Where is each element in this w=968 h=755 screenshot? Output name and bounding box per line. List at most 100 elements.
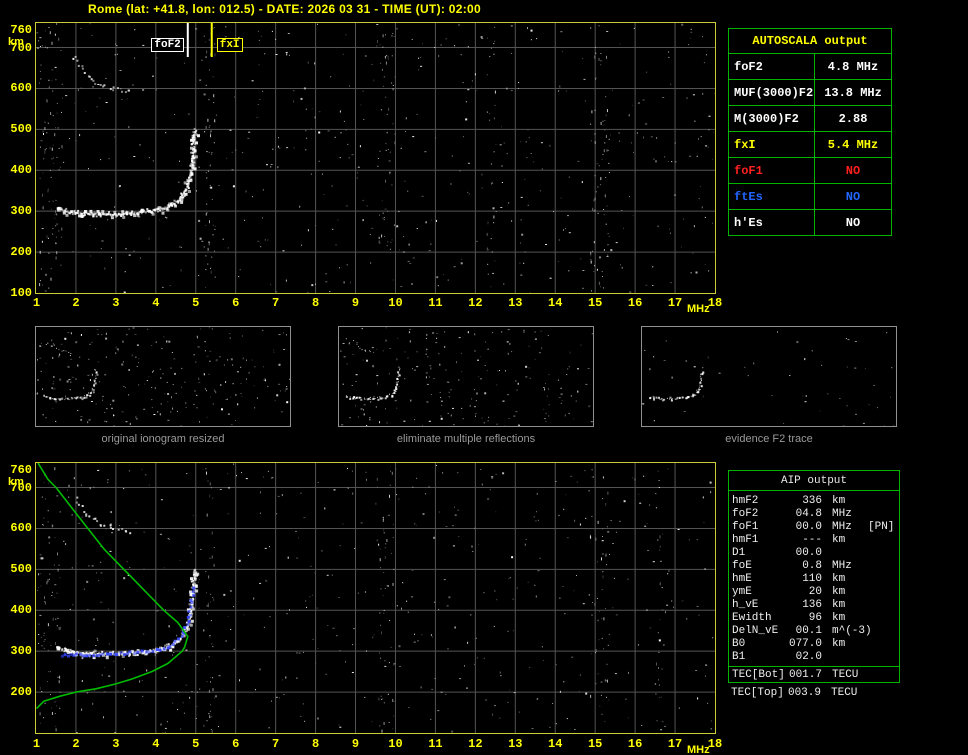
aip-table-row: TEC[Top] 003.9 TECU — [728, 687, 900, 700]
aip-table-row: foF2 04.8 MHz — [729, 508, 899, 521]
thumbnail-caption-evidence: evidence F2 trace — [725, 433, 813, 445]
value-cell: 4.8 MHz — [827, 59, 879, 74]
param-cell: ftEs — [729, 184, 815, 209]
marker-label-fxi: fxI — [216, 38, 243, 52]
note-cell — [864, 586, 896, 599]
param-cell: B0 — [732, 638, 746, 650]
param-cell: hmF2 — [732, 495, 759, 507]
thumbnail-evidence-f2 — [641, 326, 897, 428]
note-cell — [863, 687, 897, 700]
bottom-ionogram-plot — [35, 462, 716, 734]
thumbnail-original-ionogram — [35, 326, 294, 430]
param-cell: B1 — [732, 651, 746, 663]
autoscala-table-row: MUF(3000)F2 13.8 MHz — [729, 79, 891, 105]
aip-table-row: h_vE 136 km — [729, 599, 899, 612]
value-cell: 0.8 — [802, 560, 822, 572]
value-cell: 336 — [802, 495, 822, 507]
x-tick-label: 14 — [548, 296, 563, 310]
autoscala-output-table: AUTOSCALA output foF2 4.8 MHz MUF(3000)F2 13… — [728, 28, 892, 236]
x-tick-label: 11 — [428, 296, 443, 310]
x-tick-label: 16 — [627, 737, 643, 751]
x-tick-label: 18 — [707, 737, 723, 751]
marker-label-fof2: foF2 — [151, 38, 184, 52]
value-cell: 02.0 — [795, 651, 822, 663]
note-cell: [PN] — [868, 521, 895, 533]
y-tick-label: 600 — [10, 521, 32, 536]
value-cell: NO — [845, 189, 861, 204]
value-cell: 136 — [802, 599, 822, 611]
unit-cell — [822, 547, 864, 560]
param-cell: Ewidth — [732, 612, 772, 624]
value-cell: 00.1 — [795, 625, 822, 637]
x-tick-label: 7 — [272, 296, 280, 310]
x-tick-label: 13 — [508, 737, 523, 751]
autoscala-table-row: foF1 NO — [729, 157, 891, 183]
value-cell: 00.0 — [795, 547, 822, 559]
x-tick-label: 8 — [311, 296, 320, 310]
aip-table-title: AIP output — [729, 471, 899, 491]
note-cell — [864, 599, 896, 612]
value-cell: 5.4 MHz — [827, 137, 879, 152]
x-tick-label: 13 — [508, 296, 523, 310]
param-cell: h'Es — [729, 210, 815, 235]
separator — [729, 666, 899, 667]
x-tick-label: 11 — [428, 737, 443, 751]
unit-cell: TECU — [832, 669, 859, 681]
note-cell — [864, 547, 896, 560]
x-tick-label: 6 — [232, 737, 240, 751]
x-tick-label: 3 — [112, 296, 120, 310]
aip-table-row: D1 00.0 — [729, 547, 899, 560]
autoscala-app-window: Rome (lat: +41.8, lon: 012.5) - DATE: 20… — [0, 0, 968, 755]
aip-table-row: ymE 20 km — [729, 586, 899, 599]
x-tick-label: 4 — [152, 296, 160, 310]
x-tick-label: 2 — [72, 737, 80, 751]
unit-cell: km — [832, 599, 846, 611]
value-cell: 2.88 — [838, 111, 868, 126]
autoscala-table-row: foF2 4.8 MHz — [729, 53, 891, 79]
value-cell: --- — [802, 534, 822, 546]
x-tick-label: 16 — [627, 296, 643, 310]
unit-cell: MHz — [832, 560, 852, 572]
x-tick-label: 5 — [192, 296, 200, 310]
x-tick-label: 10 — [388, 296, 403, 310]
param-cell: MUF(3000)F2 — [729, 80, 815, 105]
param-cell: DelN_vE — [732, 625, 779, 637]
note-cell — [864, 508, 896, 521]
note-cell — [864, 669, 896, 682]
value-cell: NO — [845, 215, 861, 230]
note-cell — [864, 638, 896, 651]
x-tick-label: 12 — [468, 296, 483, 310]
x-tick-label: 2 — [72, 296, 80, 310]
y-tick-label: 700 — [10, 40, 32, 55]
y-tick-label: 400 — [10, 163, 32, 178]
autoscala-table-title: AUTOSCALA output — [752, 34, 868, 48]
aip-table-row: TEC[Bot] 001.7 TECU — [729, 669, 899, 682]
thumbnail-caption-eliminate: eliminate multiple reflections — [396, 433, 536, 445]
param-cell: foF1 — [729, 158, 815, 183]
param-cell: foF2 — [729, 54, 815, 79]
autoscala-table-row: ftEs NO — [729, 183, 891, 209]
aip-output-table: AIP output hmF2 336 km foF2 04.8 MHz foF1 00.0 MH… — [728, 470, 900, 683]
param-cell: foE — [732, 560, 752, 572]
param-cell: ymE — [732, 586, 752, 598]
bottom-ionogram-echoes — [36, 463, 715, 733]
tec-top-row: TEC[Top] 003.9 TECU — [728, 687, 900, 700]
aip-table-row: foE 0.8 MHz — [729, 560, 899, 573]
param-cell: hmE — [732, 573, 752, 585]
x-tick-label: 10 — [388, 737, 403, 751]
aip-table-row: hmE 110 km — [729, 573, 899, 586]
aip-table-row: DelN_vE 00.1 m^(-3) — [729, 625, 899, 638]
thumbnail-eliminate-reflections — [338, 326, 594, 429]
unit-cell: MHz — [832, 521, 852, 533]
param-cell: hmF1 — [732, 534, 759, 546]
header-title: Rome (lat: +41.8, lon: 012.5) - DATE: 20… — [88, 2, 481, 16]
param-cell: TEC[Bot] — [732, 669, 785, 681]
value-cell: NO — [845, 163, 861, 178]
x-tick-label: 17 — [667, 737, 683, 751]
note-cell — [864, 651, 896, 664]
autoscala-table-row: fxI 5.4 MHz — [729, 131, 891, 157]
aip-table-row: B1 02.0 — [729, 651, 899, 664]
value-cell: 20 — [808, 586, 822, 598]
x-tick-label: 1 — [32, 737, 41, 751]
aip-table-row: hmF1 --- km — [729, 534, 899, 547]
